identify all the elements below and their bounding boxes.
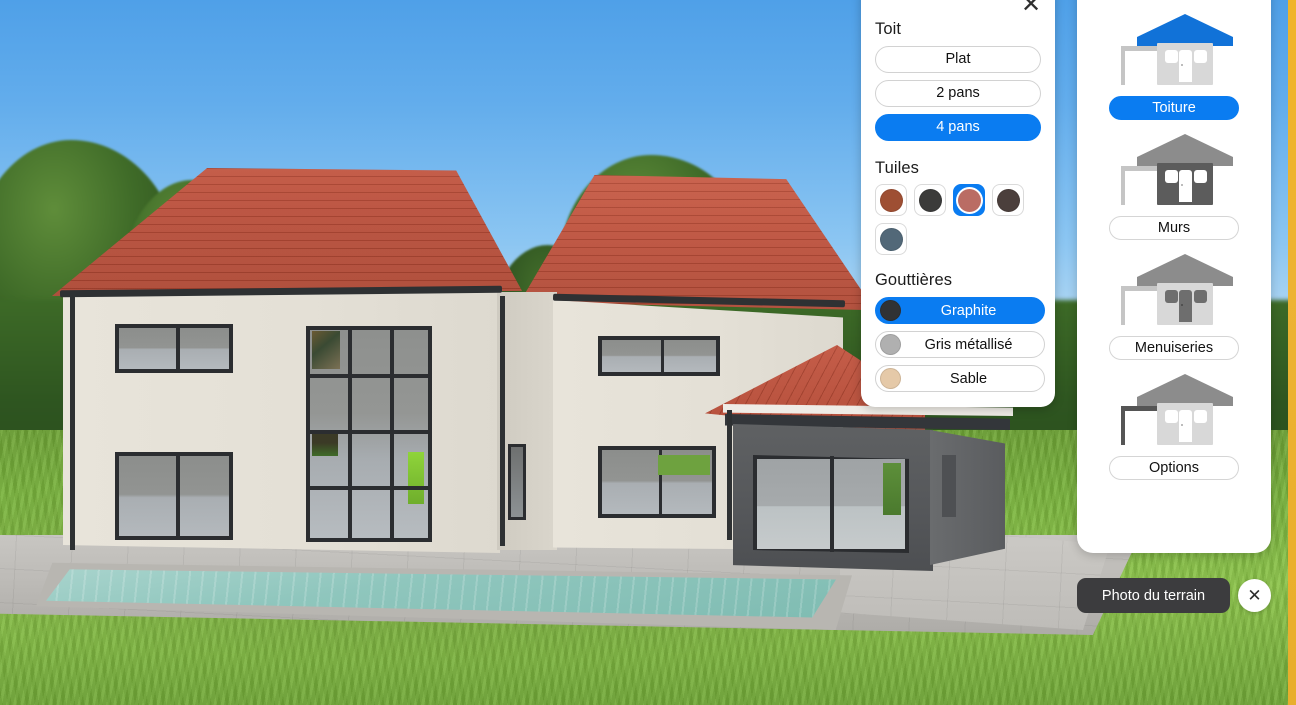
house-walls-icon xyxy=(1109,132,1239,210)
section-title-toit: Toit xyxy=(875,20,902,38)
house-roof-icon xyxy=(1109,12,1239,90)
window-upper-right xyxy=(598,336,720,376)
section-toit: Toit Plat 2 pans 4 pans xyxy=(875,20,1041,141)
gouttiere-option-graphite[interactable]: Graphite xyxy=(875,297,1045,324)
tuile-color-dot xyxy=(918,188,942,212)
downpipe-mid xyxy=(500,296,505,546)
tuile-swatch-ardoise-noire[interactable] xyxy=(914,184,946,216)
right-edge-strip xyxy=(1288,0,1296,705)
tuile-swatch-terre-cuite[interactable] xyxy=(875,184,907,216)
downpipe-left xyxy=(70,292,75,550)
bay-window xyxy=(306,326,432,542)
house-windows-icon xyxy=(1109,252,1239,330)
gouttiere-color-dot xyxy=(880,334,901,355)
extension-door-reflection xyxy=(883,463,901,515)
extension-door-divider xyxy=(830,456,834,552)
toit-option-plat[interactable]: Plat xyxy=(875,46,1041,73)
section-title-tuiles: Tuiles xyxy=(875,159,920,177)
tuile-swatch-gris-bleute[interactable] xyxy=(875,223,907,255)
extension-side-window xyxy=(942,455,956,517)
wall-recess xyxy=(497,292,557,550)
house-options-icon xyxy=(1109,372,1239,450)
tuile-color-dot xyxy=(879,188,903,212)
photo-du-terrain-button[interactable]: Photo du terrain xyxy=(1077,578,1230,613)
sidebar-item-toiture[interactable]: Toiture xyxy=(1077,6,1271,124)
config-panel: ✕ Toit Plat 2 pans 4 pans Tuiles Gouttiè… xyxy=(861,0,1055,407)
gouttiere-color-dot xyxy=(880,368,901,389)
downpipe-extension xyxy=(727,410,732,540)
gouttiere-label: Sable xyxy=(949,370,988,387)
window-narrow-recess xyxy=(508,444,526,520)
roof-main xyxy=(52,168,522,296)
toit-option-2-pans[interactable]: 2 pans xyxy=(875,80,1041,107)
section-tuiles: Tuiles xyxy=(875,159,1045,255)
category-sidebar: Toiture Murs Menuiseries Options xyxy=(1077,0,1271,553)
app-root: ✕ Toit Plat 2 pans 4 pans Tuiles Gouttiè… xyxy=(0,0,1296,705)
window-lower-left xyxy=(115,452,233,540)
gouttiere-label: Graphite xyxy=(940,302,997,319)
close-icon[interactable]: ✕ xyxy=(1019,0,1043,17)
tuiles-swatch-row xyxy=(875,184,1045,255)
sidebar-item-options[interactable]: Options xyxy=(1077,366,1271,484)
tuile-swatch-brun-fonce[interactable] xyxy=(992,184,1024,216)
tuile-color-dot xyxy=(957,188,981,212)
tuile-color-dot xyxy=(879,227,903,251)
sidebar-label-murs[interactable]: Murs xyxy=(1109,216,1239,240)
sidebar-label-options[interactable]: Options xyxy=(1109,456,1239,480)
sidebar-label-toiture[interactable]: Toiture xyxy=(1109,96,1239,120)
sidebar-label-menuiseries[interactable]: Menuiseries xyxy=(1109,336,1239,360)
section-gouttieres: Gouttières Graphite Gris métallisé Sable xyxy=(875,271,1045,392)
gouttiere-option-sable[interactable]: Sable xyxy=(875,365,1045,392)
toit-option-4-pans[interactable]: 4 pans xyxy=(875,114,1041,141)
window-upper-left xyxy=(115,324,233,373)
tuile-swatch-rouge-vieilli[interactable] xyxy=(953,184,985,216)
roof-right-wing xyxy=(520,175,875,311)
gouttiere-option-gris-metallise[interactable]: Gris métallisé xyxy=(875,331,1045,358)
section-title-gouttieres: Gouttières xyxy=(875,271,953,289)
gouttiere-label: Gris métallisé xyxy=(924,336,1013,353)
photo-close-icon[interactable]: ✕ xyxy=(1238,579,1271,612)
sidebar-item-menuiseries[interactable]: Menuiseries xyxy=(1077,246,1271,364)
sidebar-item-murs[interactable]: Murs xyxy=(1077,126,1271,244)
gouttiere-color-dot xyxy=(880,300,901,321)
window-lower-right-reflection xyxy=(658,455,710,475)
tuile-color-dot xyxy=(996,188,1020,212)
